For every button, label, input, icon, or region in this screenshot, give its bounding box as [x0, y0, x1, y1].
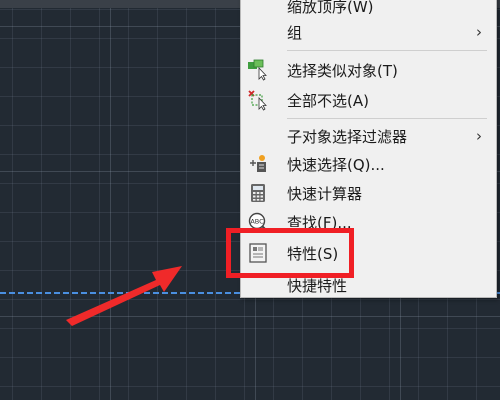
highlight-box [226, 228, 354, 278]
menu-item-deselect-all[interactable]: 全部不选(A) [241, 85, 496, 115]
menu-item-label: 缩放顶序(W) [287, 0, 374, 16]
menu-separator [287, 50, 487, 51]
menu-item-label: 子对象选择过滤器 [287, 127, 408, 146]
svg-text:ABC: ABC [250, 218, 264, 226]
menu-separator [287, 118, 487, 119]
menu-item-select-similar[interactable]: 选择类似对象(T) [241, 55, 496, 85]
menu-item-label: 快捷特性 [287, 277, 348, 295]
menu-item-quick-calculator[interactable]: 快速计算器 [241, 178, 496, 208]
menu-item-subobject-filter[interactable]: 子对象选择过滤器 › [241, 121, 496, 151]
submenu-chevron-icon: › [476, 127, 482, 145]
menu-item-label: 全部不选(A) [287, 91, 369, 110]
select-similar-icon [247, 59, 269, 81]
calculator-icon [247, 182, 269, 204]
deselect-all-icon [247, 89, 269, 111]
menu-item-group[interactable]: 组 › [241, 17, 496, 47]
menu-item-label: 选择类似对象(T) [287, 61, 398, 80]
red-pointer-arrow-icon [66, 266, 182, 326]
menu-item-label: 组 [287, 23, 303, 42]
submenu-chevron-icon: › [476, 23, 482, 41]
menu-item-quick-select[interactable]: 快速选择(Q)... [241, 149, 496, 179]
menu-item-label: 快速选择(Q)... [287, 155, 385, 174]
quick-select-icon [247, 153, 269, 175]
menu-item-label: 快速计算器 [287, 184, 363, 203]
